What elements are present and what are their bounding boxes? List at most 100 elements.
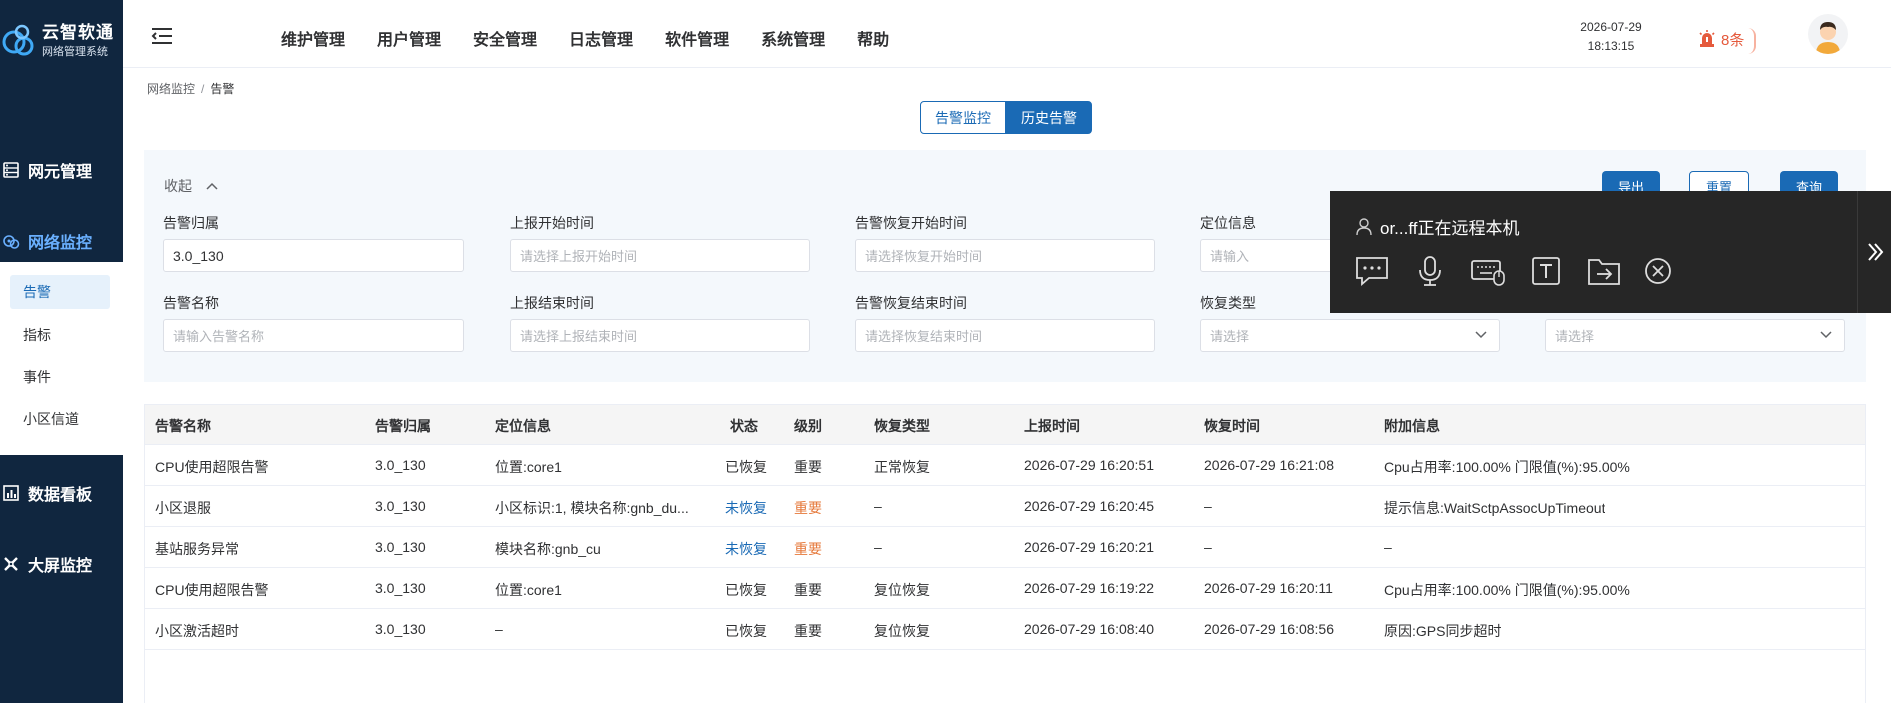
cell-location: 位置:core1 <box>495 582 562 598</box>
cell-level: 重要 <box>794 500 822 516</box>
submenu-item-events[interactable]: 事件 <box>10 360 110 394</box>
report-start-label: 上报开始时间 <box>510 215 594 231</box>
submenu-item-alarm[interactable]: 告警 <box>10 275 110 309</box>
cell-owner: 3.0_130 <box>375 457 426 473</box>
recover-type-select[interactable]: 请选择 <box>1200 319 1500 352</box>
cell-recover-type: 复位恢复 <box>874 582 930 598</box>
table-row[interactable]: 基站服务异常 3.0_130 模块名称:gnb_cu 未恢复 重要 – 2026… <box>145 527 1865 568</box>
breadcrumb-separator: / <box>201 82 205 96</box>
cell-location: 小区标识:1, 模块名称:gnb_du... <box>495 500 689 516</box>
sidebar-item-dashboard[interactable]: 数据看板 <box>0 475 123 511</box>
menu-toggle-icon[interactable] <box>151 26 173 46</box>
column-header[interactable]: 告警归属 <box>375 416 431 436</box>
extra-select[interactable]: 请选择 <box>1545 319 1845 352</box>
menu-item-maintenance[interactable]: 维护管理 <box>281 26 345 50</box>
expand-icon[interactable] <box>1857 191 1891 313</box>
server-icon <box>2 161 20 179</box>
user-icon <box>1356 217 1372 235</box>
cell-recover-type: 正常恢复 <box>874 459 930 475</box>
chevron-down-icon <box>1475 331 1487 339</box>
recover-start-label: 告警恢复开始时间 <box>855 215 967 231</box>
cell-report-time: 2026-07-29 16:08:40 <box>1024 621 1154 637</box>
menu-item-system[interactable]: 系统管理 <box>761 26 825 50</box>
menu-item-security[interactable]: 安全管理 <box>473 26 537 50</box>
report-end-label: 上报结束时间 <box>510 295 594 311</box>
cell-recover-time: – <box>1204 498 1212 514</box>
cell-owner: 3.0_130 <box>375 539 426 555</box>
submenu-item-metrics[interactable]: 指标 <box>10 318 110 352</box>
table-row[interactable]: CPU使用超限告警 3.0_130 位置:core1 已恢复 重要 正常恢复 2… <box>145 445 1865 486</box>
cell-recover-type: 复位恢复 <box>874 623 930 639</box>
cell-location: – <box>495 621 503 637</box>
cell-level: 重要 <box>794 541 822 557</box>
cell-location: 模块名称:gnb_cu <box>495 541 601 557</box>
user-avatar[interactable] <box>1808 14 1848 54</box>
column-header[interactable]: 恢复类型 <box>874 416 930 436</box>
cell-alarm-name: CPU使用超限告警 <box>155 459 269 475</box>
chevron-down-icon <box>1820 331 1832 339</box>
chart-icon <box>2 484 20 502</box>
sidebar-item-label: 网元管理 <box>28 164 93 181</box>
table-row[interactable]: 小区退服 3.0_130 小区标识:1, 模块名称:gnb_du... 未恢复 … <box>145 486 1865 527</box>
cell-recover-time: – <box>1204 539 1212 555</box>
remote-control-toolbar: or...ff正在远程本机 <box>1330 191 1891 313</box>
keyboard-mouse-icon[interactable] <box>1470 253 1506 289</box>
breadcrumb-parent[interactable]: 网络监控 <box>147 82 195 96</box>
cell-status: 未恢复 <box>725 500 767 516</box>
tab-alarm-monitor[interactable]: 告警监控 <box>920 101 1006 134</box>
file-transfer-icon[interactable] <box>1586 253 1622 289</box>
column-header[interactable]: 状态 <box>730 416 758 436</box>
alarm-owner-label: 告警归属 <box>163 215 219 231</box>
menu-item-users[interactable]: 用户管理 <box>377 26 441 50</box>
submenu-item-cell-channel[interactable]: 小区信道 <box>10 402 110 436</box>
alarm-name-input[interactable]: 请输入告警名称 <box>163 319 464 352</box>
cell-extra-info: Cpu占用率:100.00% 门限值(%):95.00% <box>1384 459 1630 475</box>
sidebar-item-label: 大屏监控 <box>28 558 93 575</box>
cell-extra-info: Cpu占用率:100.00% 门限值(%):95.00% <box>1384 582 1630 598</box>
cell-report-time: 2026-07-29 16:19:22 <box>1024 580 1154 596</box>
cell-alarm-name: 基站服务异常 <box>155 541 239 557</box>
table-row[interactable]: CPU使用超限告警 3.0_130 位置:core1 已恢复 重要 复位恢复 2… <box>145 568 1865 609</box>
cell-alarm-name: 小区退服 <box>155 500 211 516</box>
sidebar-item-ne-management[interactable]: 网元管理 <box>0 152 123 188</box>
menu-item-logs[interactable]: 日志管理 <box>569 26 633 50</box>
cell-alarm-name: CPU使用超限告警 <box>155 582 269 598</box>
text-icon[interactable] <box>1528 253 1564 289</box>
sidebar-item-network-monitor[interactable]: 网络监控 <box>0 223 123 259</box>
cell-alarm-name: 小区激活超时 <box>155 623 239 639</box>
column-header[interactable]: 附加信息 <box>1384 416 1440 436</box>
chat-icon[interactable] <box>1354 253 1390 289</box>
sidebar-submenu: 告警 指标 事件 小区信道 <box>0 262 123 455</box>
microphone-icon[interactable] <box>1412 253 1448 289</box>
sidebar-item-big-screen[interactable]: 大屏监控 <box>0 546 123 582</box>
cell-report-time: 2026-07-29 16:20:51 <box>1024 457 1154 473</box>
remote-session-text: or...ff正在远程本机 <box>1380 219 1520 238</box>
cell-report-time: 2026-07-29 16:20:45 <box>1024 498 1154 514</box>
column-header[interactable]: 上报时间 <box>1024 416 1080 436</box>
top-menu: 维护管理 用户管理 安全管理 日志管理 软件管理 系统管理 帮助 <box>281 26 921 50</box>
menu-item-software[interactable]: 软件管理 <box>665 26 729 50</box>
column-header[interactable]: 恢复时间 <box>1204 416 1260 436</box>
column-header[interactable]: 告警名称 <box>155 416 211 436</box>
monitor-icon <box>2 232 20 250</box>
table-row[interactable]: 小区激活超时 3.0_130 – 已恢复 重要 复位恢复 2026-07-29 … <box>145 609 1865 650</box>
recover-end-label: 告警恢复结束时间 <box>855 295 967 311</box>
alarm-owner-input[interactable]: 3.0_130 <box>163 239 464 272</box>
close-circle-icon[interactable] <box>1640 253 1676 289</box>
collapse-toggle[interactable]: 收起 <box>164 176 218 196</box>
tab-history-alarm[interactable]: 历史告警 <box>1006 101 1092 134</box>
report-start-picker[interactable]: 请选择上报开始时间 <box>510 239 810 272</box>
recover-start-picker[interactable]: 请选择恢复开始时间 <box>855 239 1155 272</box>
column-header[interactable]: 定位信息 <box>495 416 551 436</box>
alarm-indicator[interactable]: 8条 <box>1697 24 1757 54</box>
column-header[interactable]: 级别 <box>794 416 822 436</box>
recover-end-picker[interactable]: 请选择恢复结束时间 <box>855 319 1155 352</box>
top-header: 维护管理 用户管理 安全管理 日志管理 软件管理 系统管理 帮助 2026-07… <box>123 0 1891 68</box>
alarm-history-table: 告警名称 告警归属 定位信息 状态 级别 恢复类型 上报时间 恢复时间 附加信息… <box>144 404 1866 703</box>
datetime-display: 2026-07-29 18:13:15 <box>1561 18 1661 56</box>
sidebar: 云智软通 网络管理系统 网元管理 网络监控 告警 指标 事件 小区信道 数据看板… <box>0 0 123 703</box>
menu-item-help[interactable]: 帮助 <box>857 26 889 50</box>
alarm-name-label: 告警名称 <box>163 295 219 311</box>
report-end-picker[interactable]: 请选择上报结束时间 <box>510 319 810 352</box>
cell-recover-time: 2026-07-29 16:20:11 <box>1204 580 1333 596</box>
